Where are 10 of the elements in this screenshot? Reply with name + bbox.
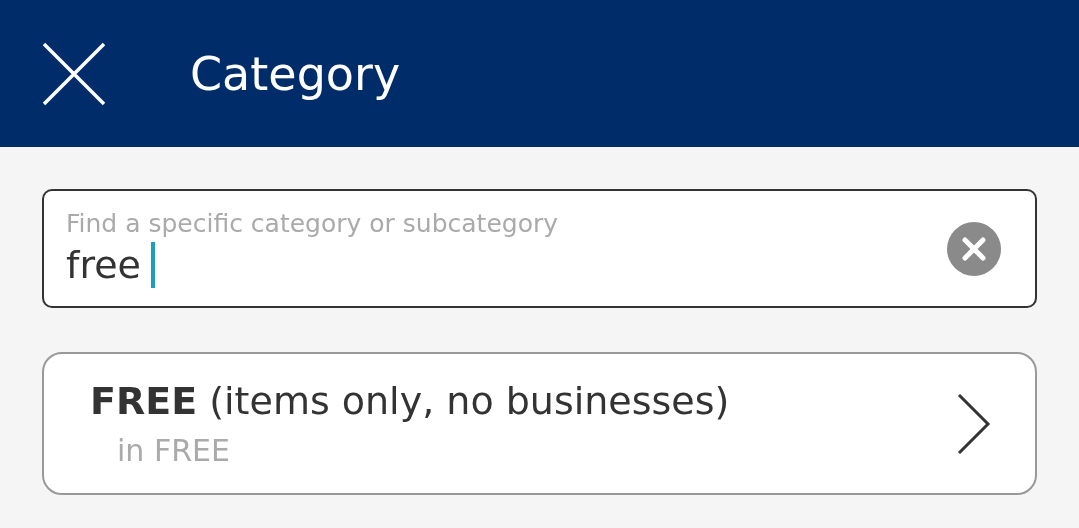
close-icon[interactable] [42, 41, 106, 106]
field-label: Find a specific category or subcategory [66, 209, 559, 238]
result-title: FREE (items only, no businesses) [90, 379, 730, 423]
field-value: free [66, 243, 141, 287]
chevron-right-icon [957, 392, 991, 455]
page-title: Category [190, 46, 401, 101]
result-card[interactable]: FREE (items only, no businesses) in FREE [42, 352, 1037, 495]
search-field[interactable]: Find a specific category or subcategory free [42, 189, 1037, 308]
result-subtitle: in FREE [116, 433, 230, 468]
clear-icon[interactable] [947, 221, 1001, 276]
